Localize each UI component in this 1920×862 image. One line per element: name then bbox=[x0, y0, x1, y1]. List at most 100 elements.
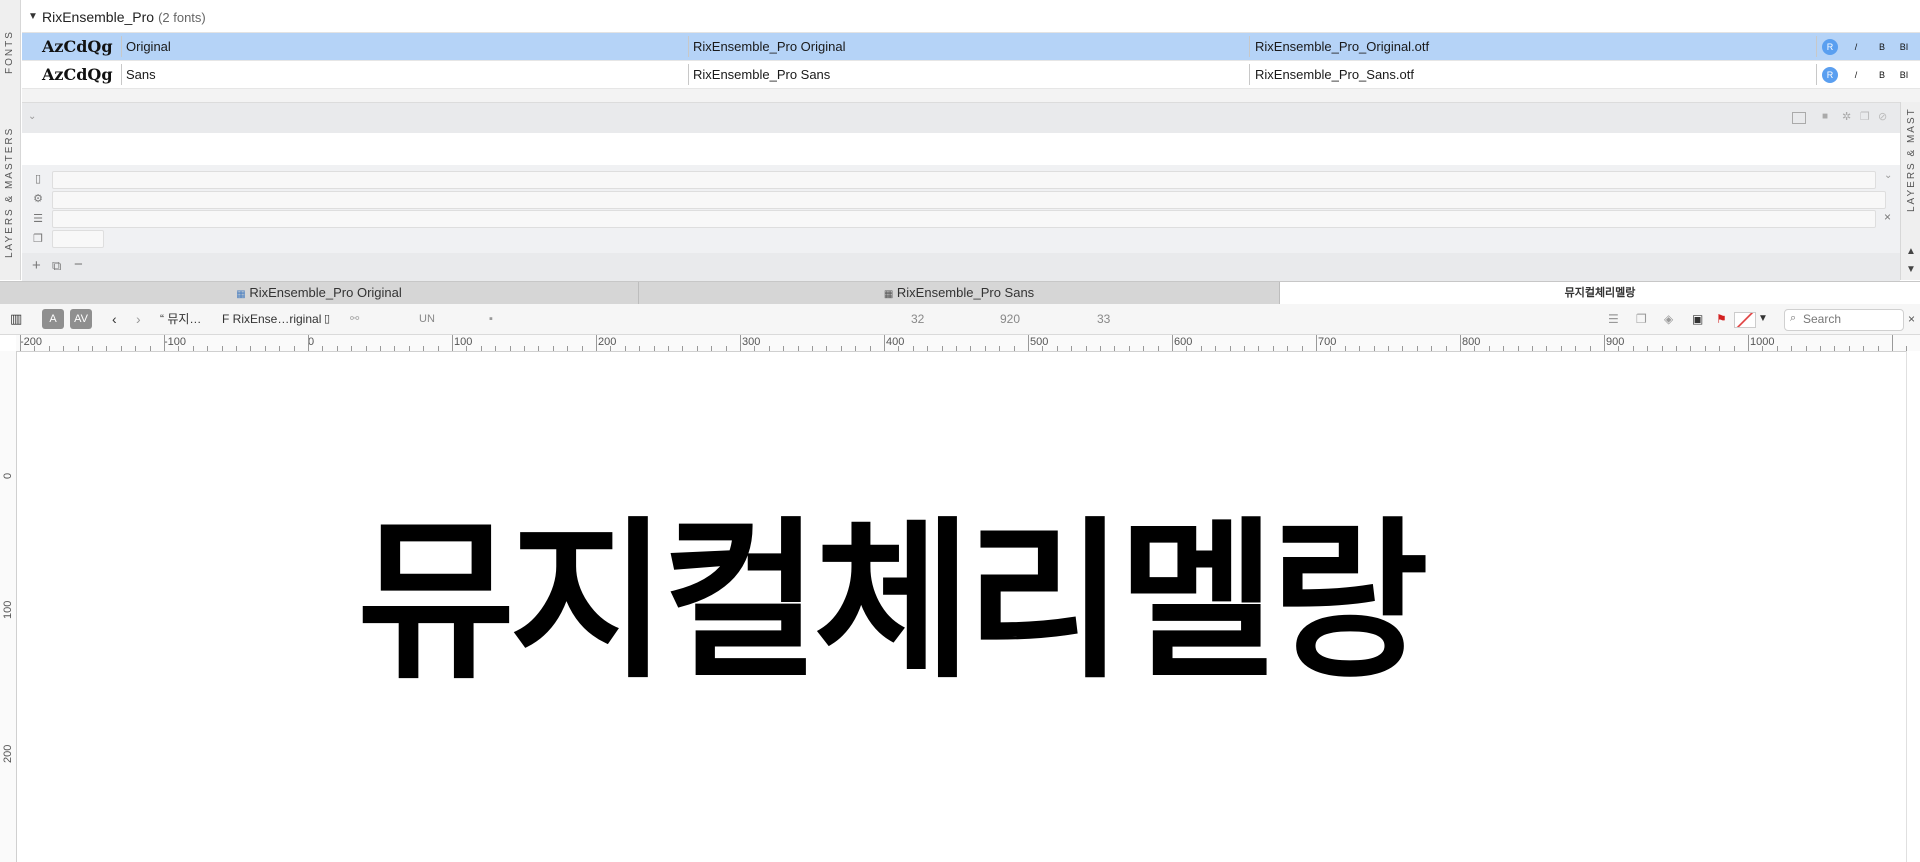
tab-original[interactable]: ▦ RixEnsemble_Pro Original bbox=[0, 282, 639, 304]
regular-style-button[interactable]: R bbox=[1822, 67, 1838, 83]
column-divider bbox=[1816, 36, 1817, 57]
grid-icon: ▦ bbox=[883, 289, 894, 300]
ruler-tick bbox=[135, 346, 136, 351]
color-dropdown-icon[interactable]: ▼ bbox=[1758, 309, 1768, 329]
ruler-tick bbox=[855, 346, 856, 351]
italic-style-button[interactable]: / bbox=[1848, 39, 1864, 55]
font-row-original[interactable]: AzCdQg Original RixEnsemble_Pro Original… bbox=[22, 33, 1920, 61]
layer-axis-field[interactable] bbox=[52, 191, 1886, 209]
ruler-label: 200 bbox=[598, 336, 617, 348]
close-icon[interactable]: × bbox=[1908, 309, 1915, 329]
copy-icon[interactable]: ❐ bbox=[1636, 309, 1647, 329]
glyph-edit-canvas[interactable]: 뮤지컬체리멜랑 bbox=[17, 352, 1907, 862]
collapse-chevron-icon[interactable]: ⌄ bbox=[28, 111, 36, 122]
arrow-down-icon[interactable]: ▼ bbox=[1906, 264, 1916, 275]
close-icon[interactable]: × bbox=[1884, 210, 1891, 224]
fonts-side-label[interactable]: FONTS bbox=[4, 30, 15, 74]
ruler-tick bbox=[1330, 346, 1331, 351]
ruler-tick bbox=[78, 346, 79, 351]
bold-italic-style-button[interactable]: BI bbox=[1896, 39, 1912, 55]
clipboard-icon[interactable]: ▯ bbox=[324, 309, 330, 329]
info-icon[interactable]: ▪ bbox=[489, 309, 493, 329]
color-slash-icon[interactable] bbox=[1734, 312, 1756, 328]
metric-value-1[interactable]: 32 bbox=[911, 309, 924, 329]
link-icon[interactable]: ⚯ bbox=[350, 309, 359, 329]
dropdown-chevron-icon[interactable]: ⌄ bbox=[1884, 170, 1892, 181]
ruler-tick bbox=[1532, 346, 1533, 351]
ruler-tick bbox=[610, 346, 611, 351]
font-selector-label[interactable]: F RixEnse…riginal bbox=[222, 309, 321, 329]
right-side-label[interactable]: LAYERS & MAST bbox=[1906, 107, 1917, 212]
ruler-tick bbox=[1215, 346, 1216, 351]
ruler-tick bbox=[942, 346, 943, 351]
ruler-tick bbox=[1057, 346, 1058, 351]
panel-layout-icon[interactable] bbox=[1792, 112, 1806, 124]
add-icon[interactable]: + bbox=[32, 257, 41, 274]
text-tool-button[interactable]: A bbox=[42, 309, 64, 329]
fill-icon[interactable]: ◈ bbox=[1664, 309, 1673, 329]
column-divider bbox=[1249, 64, 1250, 85]
ruler-tick bbox=[970, 346, 971, 351]
eye-slash-icon[interactable]: ⊘ bbox=[1878, 110, 1887, 123]
search-field[interactable]: ⌕ Search bbox=[1784, 309, 1904, 331]
ruler-tick bbox=[1834, 346, 1835, 351]
layers-list-area[interactable] bbox=[22, 133, 1900, 165]
ruler-tick bbox=[63, 346, 64, 351]
remove-icon[interactable]: − bbox=[74, 256, 83, 273]
ruler-tick bbox=[999, 346, 1000, 351]
canvas-glyph-text[interactable]: 뮤지컬체리멜랑 bbox=[357, 502, 1429, 702]
bold-style-button[interactable]: B bbox=[1874, 67, 1890, 83]
sidebar-toggle-icon[interactable]: ▥ bbox=[10, 309, 22, 329]
fonts-sidebar-strip: FONTS LAYERS & MASTERS bbox=[0, 0, 21, 280]
ruler-tick bbox=[34, 346, 35, 351]
disclosure-triangle-icon[interactable]: ▼ bbox=[28, 2, 38, 32]
layers-footer: + ⧉ − bbox=[22, 253, 1900, 281]
tab-glyph-text[interactable]: 뮤지컬체리멜랑 bbox=[1280, 282, 1920, 304]
flag-icon[interactable]: ⚑ bbox=[1716, 309, 1727, 329]
horizontal-ruler[interactable]: -200 -100 0 100 200 300 400 500 600 700 … bbox=[16, 335, 1920, 352]
copy-icon[interactable]: ❐ bbox=[1860, 110, 1870, 123]
italic-style-button[interactable]: / bbox=[1848, 67, 1864, 83]
ruler-tick bbox=[1186, 346, 1187, 351]
layers-side-label[interactable]: LAYERS & MASTERS bbox=[4, 127, 15, 258]
ruler-tick bbox=[1734, 346, 1735, 351]
font-family-header[interactable]: ▼ RixEnsemble_Pro (2 fonts) bbox=[22, 2, 1920, 33]
vertical-ruler[interactable]: 0 100 200 bbox=[0, 351, 17, 862]
layers-stack-icon[interactable]: ☰ bbox=[1608, 309, 1619, 329]
add-copy-icon[interactable]: ⧉ bbox=[52, 258, 61, 274]
arrow-up-icon[interactable]: ▲ bbox=[1906, 246, 1916, 257]
metric-value-3[interactable]: 33 bbox=[1097, 309, 1110, 329]
glyph-preview-label[interactable]: “ 뮤지… bbox=[160, 309, 201, 329]
lock-icon[interactable]: ■ bbox=[1822, 111, 1828, 122]
gear-icon[interactable]: ✲ bbox=[1842, 110, 1851, 123]
metric-value-2[interactable]: 920 bbox=[1000, 309, 1020, 329]
family-name: RixEnsemble_Pro bbox=[42, 9, 155, 25]
ruler-tick bbox=[682, 346, 683, 351]
kerning-tool-button[interactable]: AV bbox=[70, 309, 92, 329]
ruler-tick bbox=[193, 346, 194, 351]
preview-icon[interactable]: ▣ bbox=[1692, 309, 1703, 329]
tab-sans[interactable]: ▦ RixEnsemble_Pro Sans bbox=[639, 282, 1280, 304]
ruler-tick bbox=[1143, 346, 1144, 351]
ruler-tick bbox=[423, 346, 424, 351]
layer-attributes-field[interactable] bbox=[52, 210, 1876, 228]
font-row-sans[interactable]: AzCdQg Sans RixEnsemble_Pro Sans RixEnse… bbox=[22, 61, 1920, 89]
forward-arrow-icon[interactable]: › bbox=[136, 309, 141, 329]
ruler-tick bbox=[481, 346, 482, 351]
ruler-tick bbox=[956, 346, 957, 351]
ruler-tick bbox=[1100, 346, 1101, 351]
bold-italic-style-button[interactable]: BI bbox=[1896, 67, 1912, 83]
ruler-tick bbox=[337, 346, 338, 351]
ruler-tick bbox=[1042, 346, 1043, 351]
ruler-tick bbox=[1446, 346, 1447, 351]
layer-small-field[interactable] bbox=[52, 230, 104, 248]
back-arrow-icon[interactable]: ‹ bbox=[112, 309, 117, 329]
ruler-tick bbox=[1302, 346, 1303, 351]
ruler-label: 400 bbox=[886, 336, 905, 348]
layer-name-field[interactable] bbox=[52, 171, 1876, 189]
regular-style-button[interactable]: R bbox=[1822, 39, 1838, 55]
ruler-tick bbox=[769, 346, 770, 351]
vertical-scrollbar[interactable] bbox=[1906, 351, 1920, 862]
bold-style-button[interactable]: B bbox=[1874, 39, 1890, 55]
ruler-tick bbox=[1892, 335, 1893, 351]
